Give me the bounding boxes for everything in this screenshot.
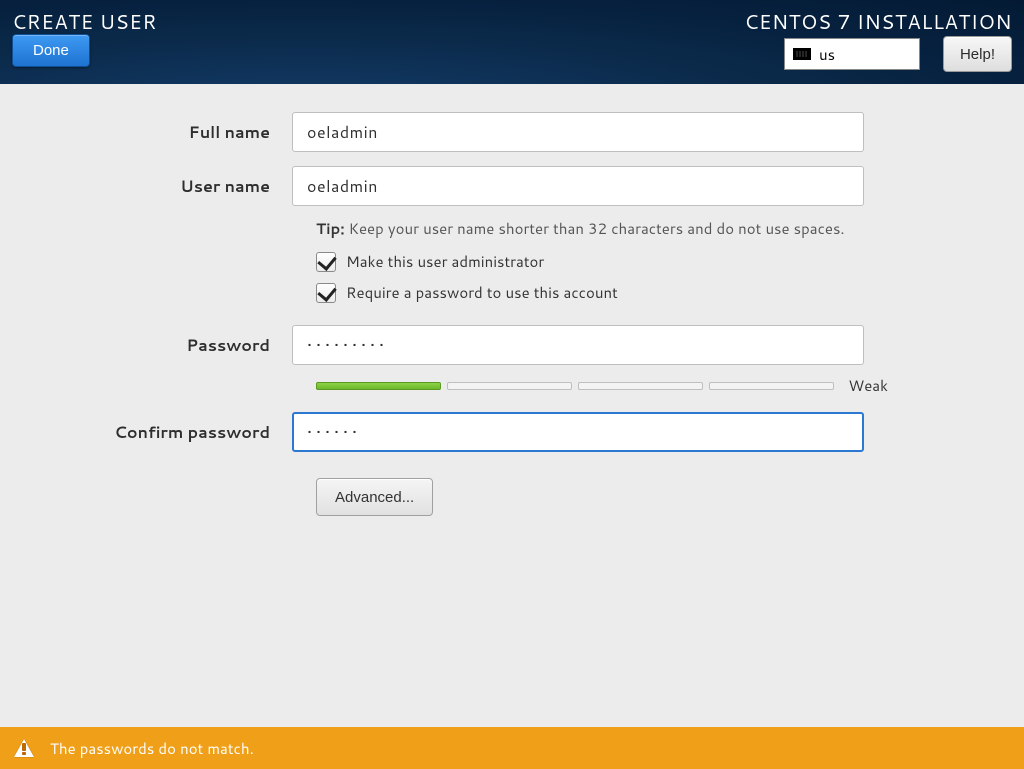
admin-checkbox-label: Make this user administrator bbox=[346, 251, 544, 272]
user-name-label: User name bbox=[0, 175, 292, 198]
strength-text: Weak bbox=[848, 375, 888, 396]
strength-segment bbox=[316, 382, 441, 390]
header-bar: CREATE USER CENTOS 7 INSTALLATION Done u… bbox=[0, 0, 1024, 84]
strength-segment bbox=[447, 382, 572, 390]
tip-prefix: Tip: bbox=[316, 218, 345, 239]
form-area: Full name User name Tip: Keep your user … bbox=[0, 84, 1024, 727]
done-button[interactable]: Done bbox=[12, 34, 90, 67]
tip-text: Keep your user name shorter than 32 char… bbox=[345, 218, 845, 239]
advanced-button[interactable]: Advanced... bbox=[316, 478, 433, 516]
user-name-input[interactable] bbox=[292, 166, 864, 206]
password-label: Password bbox=[0, 334, 292, 357]
warning-text: The passwords do not match. bbox=[50, 738, 254, 759]
keyboard-layout-label: us bbox=[819, 44, 835, 65]
full-name-input[interactable] bbox=[292, 112, 864, 152]
password-input[interactable] bbox=[292, 325, 864, 365]
require-password-label: Require a password to use this account bbox=[346, 282, 618, 303]
page-title: CREATE USER bbox=[12, 8, 157, 36]
require-password-checkbox[interactable] bbox=[316, 283, 336, 303]
help-button[interactable]: Help! bbox=[943, 36, 1012, 72]
strength-segment bbox=[709, 382, 834, 390]
product-title: CENTOS 7 INSTALLATION bbox=[744, 8, 1012, 36]
warning-bar: The passwords do not match. bbox=[0, 727, 1024, 769]
keyboard-icon bbox=[793, 48, 811, 60]
password-strength-meter: Weak bbox=[316, 375, 888, 396]
warning-icon bbox=[14, 739, 34, 757]
full-name-label: Full name bbox=[0, 121, 292, 144]
confirm-password-label: Confirm password bbox=[0, 421, 292, 444]
strength-segment bbox=[578, 382, 703, 390]
confirm-password-input[interactable] bbox=[292, 412, 864, 452]
keyboard-layout-selector[interactable]: us bbox=[784, 38, 920, 70]
username-tip: Tip: Keep your user name shorter than 32… bbox=[316, 218, 888, 239]
admin-checkbox[interactable] bbox=[316, 252, 336, 272]
